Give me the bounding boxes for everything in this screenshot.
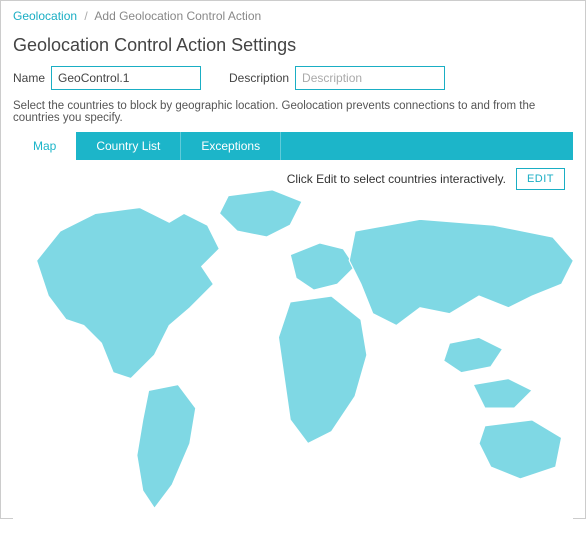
- tab-bar: Map Country List Exceptions: [13, 132, 573, 160]
- edit-button[interactable]: EDIT: [516, 168, 565, 190]
- breadcrumb-sep: /: [84, 9, 87, 23]
- breadcrumb: Geolocation / Add Geolocation Control Ac…: [13, 9, 573, 29]
- name-field: Name: [13, 66, 201, 90]
- map-hint: Click Edit to select countries interacti…: [287, 172, 506, 186]
- fields-row: Name Description: [13, 66, 573, 90]
- helper-text: Select the countries to block by geograp…: [13, 100, 573, 124]
- map-panel: Click Edit to select countries interacti…: [13, 160, 573, 540]
- description-label: Description: [229, 71, 289, 85]
- world-map-icon: [13, 170, 573, 540]
- description-input[interactable]: [295, 66, 445, 90]
- breadcrumb-current: Add Geolocation Control Action: [94, 9, 261, 23]
- tab-map[interactable]: Map: [13, 132, 76, 160]
- edit-row: Click Edit to select countries interacti…: [287, 168, 565, 190]
- tab-exceptions[interactable]: Exceptions: [181, 132, 281, 160]
- description-field: Description: [229, 66, 445, 90]
- name-input[interactable]: [51, 66, 201, 90]
- page-title: Geolocation Control Action Settings: [13, 35, 573, 56]
- name-label: Name: [13, 71, 45, 85]
- breadcrumb-root[interactable]: Geolocation: [13, 9, 77, 23]
- tab-country-list[interactable]: Country List: [76, 132, 181, 160]
